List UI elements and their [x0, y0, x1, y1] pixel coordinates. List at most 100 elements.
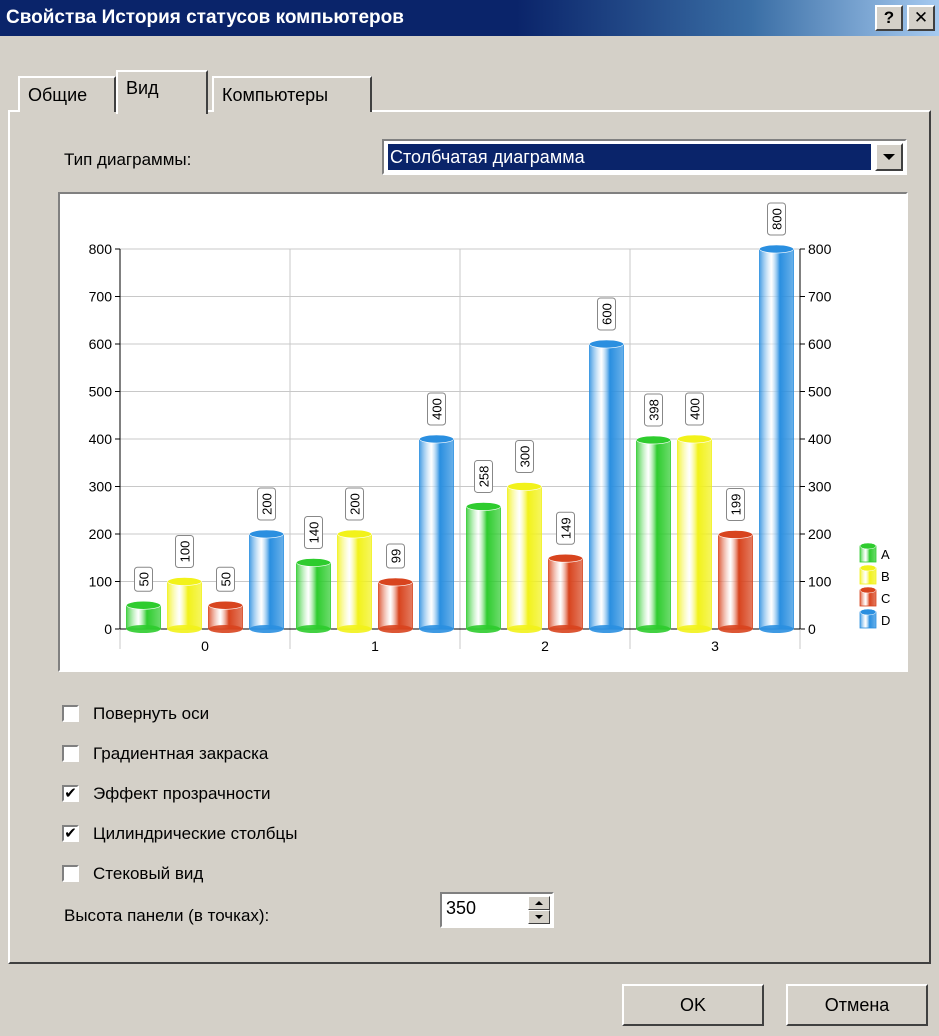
- data-label: 200: [345, 487, 364, 521]
- legend-label: A: [881, 547, 890, 562]
- bar-top: [677, 434, 712, 444]
- checkbox-gradient-fill[interactable]: [62, 745, 79, 762]
- bar-top: [337, 529, 372, 539]
- bar: [466, 506, 501, 630]
- bar: [759, 248, 794, 630]
- bar: [296, 562, 331, 630]
- legend-label: C: [881, 591, 890, 606]
- bar-top: [296, 558, 331, 567]
- tab-computers[interactable]: Компьютеры: [212, 76, 372, 112]
- data-label: 99: [386, 543, 405, 569]
- y-tick-label: 400: [89, 431, 113, 447]
- bar: [167, 581, 202, 630]
- y-tick-label: 200: [89, 526, 113, 542]
- bar-base: [249, 625, 284, 633]
- y-tick-label: 700: [89, 289, 113, 305]
- data-label-text: 400: [688, 398, 703, 420]
- bar-top: [167, 577, 202, 586]
- window-title: Свойства История статусов компьютеров: [6, 7, 404, 28]
- legend-label: B: [881, 569, 890, 584]
- tab-view[interactable]: Вид: [116, 70, 208, 114]
- bar-base: [378, 625, 413, 633]
- bar-base: [296, 625, 331, 633]
- checkbox-cylinder-bars-label: Цилиндрические столбцы: [93, 824, 298, 843]
- y-tick-label-right: 300: [808, 479, 832, 495]
- bar-base: [507, 625, 542, 633]
- title-bar: Свойства История статусов компьютеров ? …: [0, 0, 939, 36]
- bar-base: [208, 625, 243, 633]
- y-tick-label-right: 700: [808, 289, 832, 305]
- legend-swatch-top: [859, 608, 877, 616]
- bar-top: [548, 553, 583, 563]
- bar-top: [208, 600, 243, 610]
- data-label-text: 800: [770, 208, 785, 230]
- data-label-text: 100: [178, 541, 193, 563]
- bar-top: [507, 482, 542, 491]
- bar: [337, 533, 372, 630]
- data-label-text: 50: [219, 572, 234, 586]
- y-tick-label: 100: [89, 574, 113, 590]
- chart-type-select[interactable]: Столбчатая диаграмма: [382, 139, 907, 175]
- bar-base: [419, 625, 454, 633]
- spin-up-icon[interactable]: [528, 896, 550, 910]
- data-label-text: 200: [260, 493, 275, 515]
- bar: [419, 438, 454, 630]
- checkbox-gradient-fill-label: Градиентная закраска: [93, 744, 269, 763]
- data-label-text: 199: [729, 494, 744, 516]
- cancel-button[interactable]: Отмена: [786, 984, 928, 1026]
- data-label: 149: [556, 511, 575, 545]
- bar: [548, 557, 583, 630]
- data-label: 600: [597, 297, 616, 331]
- data-label-text: 300: [518, 446, 533, 468]
- checkbox-transparency[interactable]: ✔: [62, 785, 79, 802]
- spin-down-icon[interactable]: [528, 910, 550, 924]
- y-tick-label-right: 0: [808, 621, 816, 637]
- bar-base: [718, 625, 753, 633]
- data-label-text: 398: [647, 399, 662, 421]
- bar-top: [589, 339, 624, 349]
- bar: [507, 486, 542, 630]
- data-label: 200: [257, 487, 276, 521]
- chart-type-label: Тип диаграммы:: [64, 150, 192, 169]
- close-button[interactable]: ✕: [907, 5, 935, 31]
- bar-base: [636, 625, 671, 633]
- bar-base: [126, 625, 161, 633]
- legend-label: D: [881, 613, 890, 628]
- data-label: 100: [175, 535, 194, 568]
- tab-general[interactable]: Общие: [18, 76, 116, 112]
- bar-top: [759, 244, 794, 254]
- x-tick-label: 1: [371, 638, 379, 654]
- checkbox-stacked-view[interactable]: [62, 865, 79, 882]
- data-label: 400: [427, 392, 446, 426]
- y-tick-label-right: 200: [808, 526, 832, 542]
- data-label: 258: [474, 459, 493, 493]
- bar: [378, 581, 413, 630]
- bar-top: [718, 530, 753, 539]
- data-label-text: 258: [477, 466, 492, 488]
- data-label-text: 140: [307, 522, 322, 544]
- ok-button[interactable]: OK: [622, 984, 764, 1026]
- checkbox-cylinder-bars[interactable]: ✔: [62, 825, 79, 842]
- data-label-text: 99: [389, 549, 404, 563]
- bar-top: [126, 600, 161, 610]
- bar-base: [589, 625, 624, 633]
- bar-top: [419, 434, 454, 444]
- data-label-text: 50: [137, 572, 152, 586]
- x-tick-label: 0: [201, 638, 209, 654]
- help-button[interactable]: ?: [875, 5, 903, 31]
- panel-height-value[interactable]: 350: [446, 898, 476, 919]
- bar-top: [378, 577, 413, 587]
- data-label-text: 400: [430, 398, 445, 420]
- y-tick-label: 800: [89, 241, 113, 257]
- chart-preview: 0 0 100 100 200 200 300 300 400 400 500 500 600 600 70…: [58, 192, 908, 672]
- data-label: 50: [216, 566, 235, 592]
- panel-height-spinner[interactable]: 350: [440, 892, 554, 928]
- data-label-text: 600: [600, 303, 615, 325]
- chevron-down-icon[interactable]: [875, 143, 903, 171]
- data-label-text: 149: [559, 517, 574, 539]
- panel-height-label: Высота панели (в точках):: [64, 906, 270, 925]
- data-label: 300: [515, 440, 534, 473]
- checkbox-rotate-axes[interactable]: [62, 705, 79, 722]
- data-label: 800: [767, 202, 786, 236]
- bar-base: [548, 625, 583, 633]
